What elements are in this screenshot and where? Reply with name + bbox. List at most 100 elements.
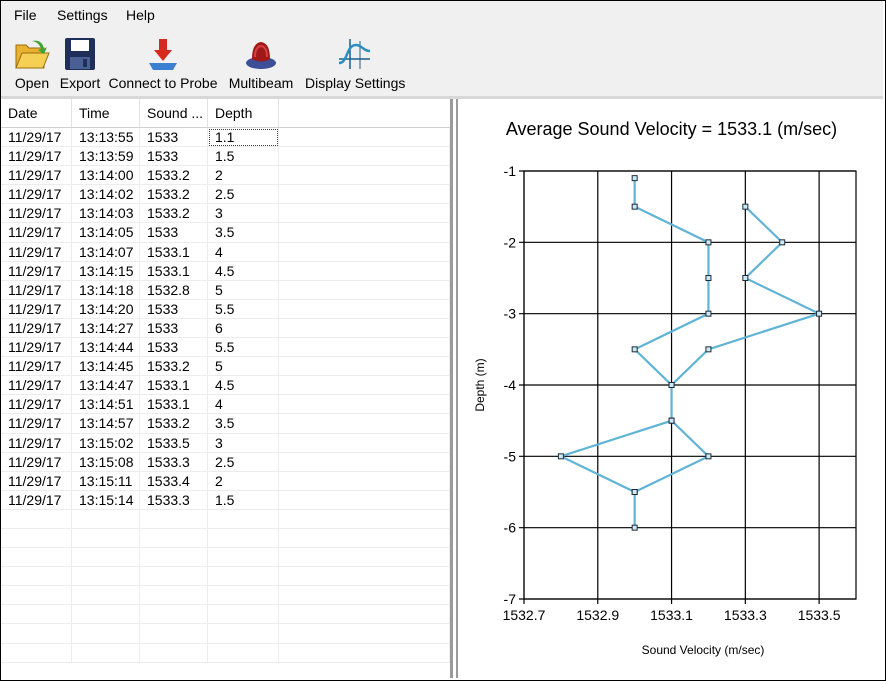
table-row[interactable]: 11/29/17 13:14:03 1533.2 3	[1, 204, 450, 224]
cell-date[interactable]: 11/29/17	[1, 452, 72, 472]
data-point[interactable]	[631, 489, 638, 495]
data-point[interactable]	[557, 453, 564, 460]
cell-time[interactable]: 13:14:27	[72, 318, 140, 338]
data-point[interactable]	[779, 239, 786, 246]
cell-time[interactable]: 13:14:47	[72, 376, 140, 396]
menu-settings[interactable]: Settings	[57, 7, 108, 23]
data-point[interactable]	[705, 239, 712, 246]
cell-time[interactable]: 13:14:20	[72, 299, 140, 319]
table-row[interactable]: 11/29/17 13:14:44 1533 5.5	[1, 338, 450, 358]
cell-sound-velocity[interactable]: 1533.3	[140, 452, 208, 472]
cell-time[interactable]: 13:15:14	[72, 490, 140, 510]
cell-time[interactable]: 13:14:18	[72, 280, 140, 300]
cell-time[interactable]: 13:14:51	[72, 395, 140, 415]
cell-sound-velocity[interactable]: 1533.2	[140, 185, 208, 205]
cell-depth[interactable]: 4	[208, 395, 279, 415]
cell-depth[interactable]: 3.5	[208, 223, 279, 243]
table-row[interactable]: 11/29/17 13:14:02 1533.2 2.5	[1, 185, 450, 205]
data-point[interactable]	[816, 310, 823, 317]
cell-date[interactable]: 11/29/17	[1, 376, 72, 396]
cell-time[interactable]: 13:14:45	[72, 357, 140, 377]
open-button[interactable]: Open	[9, 33, 55, 93]
cell-date[interactable]: 11/29/17	[1, 318, 72, 338]
data-point[interactable]	[742, 203, 749, 210]
cell-sound-velocity[interactable]: 1533.2	[140, 204, 208, 224]
export-button[interactable]: Export	[57, 33, 103, 93]
cell-sound-velocity[interactable]: 1533.1	[140, 376, 208, 396]
table-row[interactable]: 11/29/17 13:14:27 1533 6	[1, 318, 450, 339]
cell-sound-velocity[interactable]: 1533	[140, 299, 208, 319]
data-point[interactable]	[705, 275, 712, 281]
cell-date[interactable]: 11/29/17	[1, 433, 72, 453]
cell-date[interactable]: 11/29/17	[1, 128, 72, 147]
cell-sound-velocity[interactable]: 1533.2	[140, 357, 208, 377]
cell-sound-velocity[interactable]: 1533	[140, 147, 208, 167]
data-point[interactable]	[631, 175, 638, 182]
cell-sound-velocity[interactable]: 1533	[140, 338, 208, 358]
cell-depth[interactable]: 5	[208, 280, 279, 300]
cell-time[interactable]: 13:14:15	[72, 261, 140, 281]
cell-time[interactable]: 13:13:59	[72, 147, 140, 167]
data-point[interactable]	[631, 346, 638, 353]
data-point[interactable]	[742, 275, 749, 281]
cell-time[interactable]: 13:15:02	[72, 433, 140, 453]
cell-depth[interactable]: 1.5	[208, 490, 279, 510]
cell-depth[interactable]: 2	[208, 471, 279, 491]
cell-sound-velocity[interactable]: 1533	[140, 223, 208, 243]
multibeam-button[interactable]: Multibeam	[226, 33, 296, 93]
cell-sound-velocity[interactable]: 1532.8	[140, 280, 208, 300]
cell-depth[interactable]: 5.5	[208, 299, 279, 319]
table-row[interactable]: 11/29/17 13:14:20 1533 5.5	[1, 299, 450, 319]
cell-sound-velocity[interactable]: 1533	[140, 318, 208, 338]
cell-date[interactable]: 11/29/17	[1, 204, 72, 224]
cell-sound-velocity[interactable]: 1533	[140, 128, 208, 147]
data-point[interactable]	[705, 346, 712, 353]
cell-sound-velocity[interactable]: 1533.2	[140, 166, 208, 186]
cell-depth[interactable]: 4	[208, 242, 279, 262]
cell-time[interactable]: 13:14:00	[72, 166, 140, 186]
cell-date[interactable]: 11/29/17	[1, 490, 72, 510]
cell-time[interactable]: 13:14:02	[72, 185, 140, 205]
cell-depth[interactable]: 1.1	[208, 128, 279, 147]
table-row[interactable]: 11/29/17 13:15:11 1533.4 2	[1, 471, 450, 491]
menu-help[interactable]: Help	[126, 7, 155, 23]
cell-date[interactable]: 11/29/17	[1, 242, 72, 262]
column-header-depth[interactable]: Depth	[208, 99, 279, 127]
cell-date[interactable]: 11/29/17	[1, 299, 72, 319]
cell-time[interactable]: 13:14:57	[72, 414, 140, 434]
table-row[interactable]: 11/29/17 13:14:07 1533.1 4	[1, 242, 450, 262]
cell-date[interactable]: 11/29/17	[1, 166, 72, 186]
data-point[interactable]	[631, 203, 638, 210]
cell-sound-velocity[interactable]: 1533.4	[140, 471, 208, 491]
cell-time[interactable]: 13:14:05	[72, 223, 140, 243]
cell-depth[interactable]: 3	[208, 204, 279, 224]
cell-date[interactable]: 11/29/17	[1, 185, 72, 205]
data-point[interactable]	[631, 524, 638, 531]
table-row[interactable]: 11/29/17 13:15:02 1533.5 3	[1, 433, 450, 453]
cell-date[interactable]: 11/29/17	[1, 223, 72, 243]
data-point[interactable]	[668, 417, 675, 424]
table-row[interactable]: 11/29/17 13:14:15 1533.1 4.5	[1, 261, 450, 281]
cell-depth[interactable]: 2.5	[208, 185, 279, 205]
cell-depth[interactable]: 2	[208, 166, 279, 186]
cell-depth[interactable]: 5	[208, 357, 279, 377]
cell-sound-velocity[interactable]: 1533.2	[140, 414, 208, 434]
cell-sound-velocity[interactable]: 1533.5	[140, 433, 208, 453]
cell-depth[interactable]: 5.5	[208, 338, 279, 358]
cell-date[interactable]: 11/29/17	[1, 261, 72, 281]
table-row[interactable]: 11/29/17 13:14:05 1533 3.5	[1, 223, 450, 243]
menu-file[interactable]: File	[14, 7, 37, 23]
column-header-date[interactable]: Date	[1, 99, 72, 127]
cell-date[interactable]: 11/29/17	[1, 395, 72, 415]
cell-depth[interactable]: 6	[208, 318, 279, 338]
cell-depth[interactable]: 1.5	[208, 147, 279, 167]
cell-date[interactable]: 11/29/17	[1, 414, 72, 434]
table-row[interactable]: 11/29/17 13:14:57 1533.2 3.5	[1, 414, 450, 434]
cell-time[interactable]: 13:13:55	[72, 128, 140, 147]
cell-date[interactable]: 11/29/17	[1, 471, 72, 491]
table-row[interactable]: 11/29/17 13:14:18 1532.8 5	[1, 280, 450, 300]
table-row[interactable]: 11/29/17 13:15:14 1533.3 1.5	[1, 490, 450, 510]
data-point[interactable]	[705, 310, 712, 317]
cell-date[interactable]: 11/29/17	[1, 147, 72, 167]
table-row[interactable]: 11/29/17 13:14:51 1533.1 4	[1, 395, 450, 415]
